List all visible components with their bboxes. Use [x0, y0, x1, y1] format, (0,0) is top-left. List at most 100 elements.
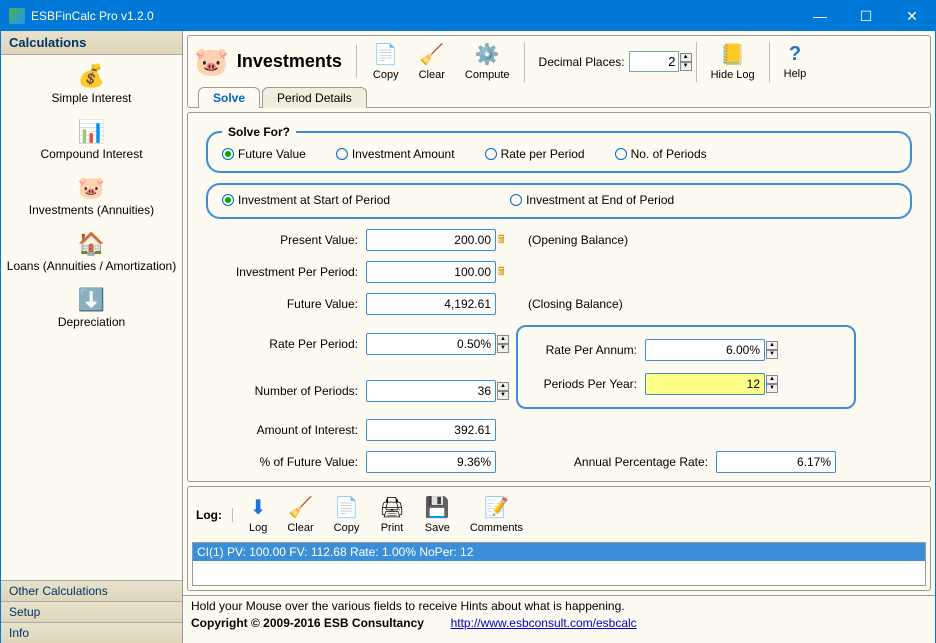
rate-per-period-label: Rate Per Period: — [206, 337, 366, 351]
number-of-periods-input[interactable] — [366, 380, 496, 402]
gear-icon: ⚙️ — [465, 42, 510, 67]
tab-period-details[interactable]: Period Details — [262, 87, 367, 108]
periods-per-year-input[interactable] — [645, 373, 765, 395]
loans-icon: 🏠 — [5, 231, 178, 257]
radio-start-of-period[interactable]: Investment at Start of Period — [222, 193, 390, 207]
copy-button[interactable]: 📄Copy — [363, 40, 409, 83]
calculator-icon[interactable]: 🖩 — [498, 263, 516, 282]
periods-year-spinner[interactable]: ▲▼ — [766, 375, 785, 393]
printer-icon: 🖨 — [379, 495, 404, 520]
compound-interest-icon: 📊 — [5, 119, 178, 145]
investment-per-period-label: Investment Per Period: — [206, 265, 366, 279]
sidebar: Calculations 💰 Simple Interest 📊 Compoun… — [1, 31, 183, 643]
close-button[interactable]: ✕ — [889, 1, 935, 31]
apr-input[interactable] — [716, 451, 836, 473]
save-icon: 💾 — [425, 495, 450, 520]
future-value-input[interactable] — [366, 293, 496, 315]
form-area: Solve For? Future Value Investment Amoun… — [187, 112, 931, 482]
solve-for-group: Solve For? Future Value Investment Amoun… — [206, 125, 912, 173]
calculator-icon[interactable]: 🖩 — [498, 231, 516, 250]
help-button[interactable]: ?Help — [774, 41, 817, 82]
pct-future-value-input[interactable] — [366, 451, 496, 473]
investments-icon: 🐷 — [5, 175, 178, 201]
decimal-spinner[interactable]: ▲▼ — [680, 53, 692, 71]
sidebar-item-label: Investments (Annuities) — [29, 203, 154, 217]
compute-button[interactable]: ⚙️Compute — [455, 40, 520, 83]
copy-icon: 📄 — [334, 495, 360, 520]
log-button[interactable]: ⬇Log — [239, 493, 277, 536]
log-save-button[interactable]: 💾Save — [415, 493, 460, 536]
comments-icon: 📝 — [470, 495, 523, 520]
radio-rate-per-period[interactable]: Rate per Period — [485, 147, 585, 161]
sidebar-footer-setup[interactable]: Setup — [1, 601, 182, 622]
simple-interest-icon: 💰 — [5, 63, 178, 89]
present-value-label: Present Value: — [206, 233, 366, 247]
sidebar-item-label: Depreciation — [58, 315, 125, 329]
opening-balance-note: (Opening Balance) — [516, 233, 716, 247]
hide-log-button[interactable]: 📒Hide Log — [701, 40, 765, 83]
radio-icon — [222, 194, 234, 206]
sidebar-item-compound-interest[interactable]: 📊 Compound Interest — [1, 111, 182, 167]
number-of-periods-label: Number of Periods: — [206, 384, 366, 398]
closing-balance-note: (Closing Balance) — [516, 297, 716, 311]
pct-future-value-label: % of Future Value: — [206, 455, 366, 469]
annum-box: Rate Per Annum: ▲▼ Periods Per Year: ▲▼ — [516, 325, 856, 409]
apr-label: Annual Percentage Rate: — [516, 455, 716, 469]
periods-per-year-label: Periods Per Year: — [530, 377, 645, 391]
tab-solve[interactable]: Solve — [198, 87, 260, 108]
log-label: Log: — [196, 508, 233, 522]
chevron-up-icon[interactable]: ▲ — [680, 53, 692, 62]
rate-spinner[interactable]: ▲▼ — [497, 335, 516, 353]
rate-per-period-input[interactable] — [366, 333, 496, 355]
piggy-icon: 🐷 — [194, 45, 229, 78]
radio-no-of-periods[interactable]: No. of Periods — [615, 147, 707, 161]
amount-of-interest-input[interactable] — [366, 419, 496, 441]
rate-per-annum-input[interactable] — [645, 339, 765, 361]
log-entry[interactable]: CI(1) PV: 100.00 FV: 112.68 Rate: 1.00% … — [193, 543, 925, 561]
minimize-button[interactable]: — — [797, 1, 843, 31]
radio-future-value[interactable]: Future Value — [222, 147, 306, 161]
sidebar-item-label: Compound Interest — [40, 147, 142, 161]
log-area: Log: ⬇Log 🧹Clear 📄Copy 🖨Print 💾Save 📝Com… — [187, 486, 931, 591]
down-arrow-icon: ⬇ — [249, 495, 267, 520]
sidebar-item-label: Loans (Annuities / Amortization) — [7, 259, 176, 273]
annum-spinner[interactable]: ▲▼ — [766, 341, 785, 359]
sidebar-item-simple-interest[interactable]: 💰 Simple Interest — [1, 55, 182, 111]
log-comments-button[interactable]: 📝Comments — [460, 493, 533, 536]
sidebar-footer-info[interactable]: Info — [1, 622, 182, 643]
status-copyright: Copyright © 2009-2016 ESB Consultancy — [191, 616, 424, 630]
decimal-places-input[interactable] — [629, 51, 679, 72]
radio-investment-amount[interactable]: Investment Amount — [336, 147, 455, 161]
log-clear-button[interactable]: 🧹Clear — [277, 493, 323, 536]
log-copy-button[interactable]: 📄Copy — [324, 493, 370, 536]
rate-per-annum-label: Rate Per Annum: — [530, 343, 645, 357]
sidebar-footer-other[interactable]: Other Calculations — [1, 580, 182, 601]
clear-button[interactable]: 🧹Clear — [409, 40, 455, 83]
radio-icon — [615, 148, 627, 160]
radio-end-of-period[interactable]: Investment at End of Period — [510, 193, 674, 207]
investment-per-period-input[interactable] — [366, 261, 496, 283]
status-url[interactable]: http://www.esbconsult.com/esbcalc — [451, 616, 637, 630]
copy-icon: 📄 — [373, 42, 399, 67]
sidebar-item-loans[interactable]: 🏠 Loans (Annuities / Amortization) — [1, 223, 182, 279]
section-title: 🐷 Investments — [194, 45, 357, 78]
log-list[interactable]: CI(1) PV: 100.00 FV: 112.68 Rate: 1.00% … — [192, 542, 926, 586]
radio-icon — [222, 148, 234, 160]
future-value-label: Future Value: — [206, 297, 366, 311]
periods-spinner[interactable]: ▲▼ — [497, 382, 516, 400]
log-icon: 📒 — [711, 42, 755, 67]
eraser-icon: 🧹 — [287, 495, 313, 520]
solve-for-legend: Solve For? — [222, 125, 296, 139]
window-title: ESBFinCalc Pro v1.2.0 — [31, 9, 797, 23]
timing-group: Investment at Start of Period Investment… — [206, 183, 912, 219]
sidebar-item-investments[interactable]: 🐷 Investments (Annuities) — [1, 167, 182, 223]
log-print-button[interactable]: 🖨Print — [369, 493, 414, 536]
help-icon: ? — [784, 43, 807, 66]
sidebar-item-depreciation[interactable]: ⬇️ Depreciation — [1, 279, 182, 335]
present-value-input[interactable] — [366, 229, 496, 251]
app-icon — [9, 8, 25, 24]
chevron-down-icon[interactable]: ▼ — [680, 62, 692, 71]
sidebar-item-label: Simple Interest — [51, 91, 131, 105]
eraser-icon: 🧹 — [419, 42, 445, 67]
maximize-button[interactable]: ☐ — [843, 1, 889, 31]
